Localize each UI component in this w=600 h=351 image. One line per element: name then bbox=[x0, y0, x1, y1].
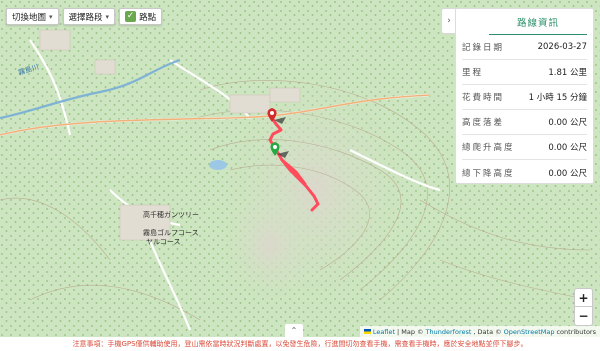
map-attribution: Leaflet | Map © Thunderforest , Data © O… bbox=[359, 326, 600, 337]
stat-label: 總下降高度 bbox=[462, 168, 515, 179]
thunderforest-link[interactable]: Thunderforest bbox=[426, 328, 472, 336]
stat-label: 高度落差 bbox=[462, 118, 505, 128]
map-toolbar: 切換地圖 ▾ 選擇路段 ▾ ✓ 路點 bbox=[6, 8, 163, 25]
openstreetmap-link[interactable]: OpenStreetMap bbox=[504, 328, 555, 336]
waypoints-toggle[interactable]: ✓ 路點 bbox=[119, 8, 163, 25]
select-route-dropdown[interactable]: 選擇路段 ▾ bbox=[62, 8, 116, 25]
attribution-contributors: contributors bbox=[556, 327, 596, 336]
stat-label: 記錄日期 bbox=[462, 43, 505, 53]
map-label-course-1: 高千穂ガンツリー bbox=[143, 211, 199, 219]
stats-panel: 路線資訊 記錄日期 2026-03-27 里程 1.81 公里 花費時間 1 小… bbox=[455, 8, 594, 184]
waypoints-label: 路點 bbox=[139, 12, 157, 23]
chevron-right-icon: › bbox=[447, 16, 451, 26]
chevron-down-icon: ▾ bbox=[49, 12, 53, 21]
expand-panel-button[interactable]: ⌃ bbox=[285, 324, 303, 337]
map-label-course-3: ヤルコース bbox=[146, 238, 181, 246]
zoom-in-button[interactable]: + bbox=[575, 289, 592, 307]
switch-map-label: 切換地圖 bbox=[12, 12, 47, 23]
zoom-control: + − bbox=[574, 288, 593, 326]
attribution-separator: , Data © bbox=[473, 327, 502, 336]
stats-panel-title: 路線資訊 bbox=[489, 9, 587, 35]
stat-value: 1 小時 15 分鐘 bbox=[528, 93, 587, 103]
stat-value: 0.00 公尺 bbox=[548, 118, 587, 128]
leaflet-link[interactable]: Leaflet bbox=[373, 328, 395, 336]
stat-value: 0.00 公尺 bbox=[548, 168, 587, 179]
chevron-up-icon: ⌃ bbox=[290, 326, 298, 335]
checkbox-checked-icon[interactable]: ✓ bbox=[125, 11, 137, 22]
stat-row-elevation-diff: 高度落差 0.00 公尺 bbox=[462, 110, 587, 135]
ukraine-flag-icon bbox=[363, 329, 371, 334]
panel-collapse-button[interactable]: › bbox=[441, 8, 456, 34]
stat-row-date: 記錄日期 2026-03-27 bbox=[462, 35, 587, 60]
safety-notice: 注意事項：手機GPS僅供輔助使用，登山需依當時狀況判斷處置，以免發生危險，行進間… bbox=[0, 337, 600, 351]
stat-value: 1.81 公里 bbox=[548, 68, 587, 78]
stat-row-descent: 總下降高度 0.00 公尺 bbox=[462, 160, 587, 185]
switch-map-dropdown[interactable]: 切換地圖 ▾ bbox=[6, 8, 59, 25]
stat-value: 2026-03-27 bbox=[537, 42, 587, 52]
zoom-out-button[interactable]: − bbox=[575, 307, 592, 325]
chevron-down-icon: ▾ bbox=[105, 12, 110, 21]
stat-label: 里程 bbox=[462, 68, 484, 78]
select-route-label: 選擇路段 bbox=[68, 12, 103, 23]
stat-row-ascent: 總爬升高度 0.00 公尺 bbox=[462, 135, 587, 160]
stat-value: 0.00 公尺 bbox=[548, 143, 587, 153]
attribution-separator: | Map © bbox=[397, 327, 424, 336]
stat-row-distance: 里程 1.81 公里 bbox=[462, 60, 587, 85]
stat-label: 總爬升高度 bbox=[462, 143, 515, 153]
stat-label: 花費時間 bbox=[462, 93, 505, 103]
stat-row-duration: 花費時間 1 小時 15 分鐘 bbox=[462, 85, 587, 110]
